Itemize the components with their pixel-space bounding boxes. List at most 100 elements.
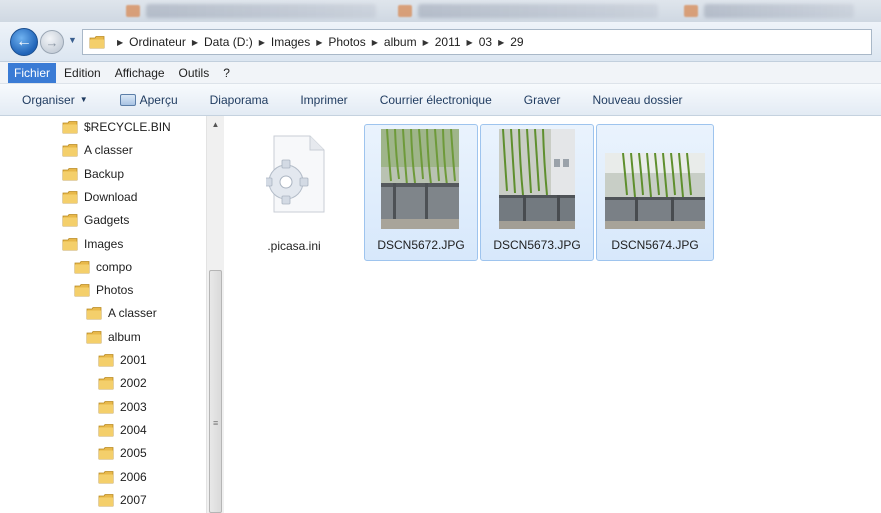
chevron-right-icon[interactable]: ▶	[192, 38, 198, 47]
breadcrumb-item[interactable]: 2011	[435, 35, 461, 49]
tree-item[interactable]: Photos	[74, 279, 133, 301]
folder-icon	[62, 190, 78, 204]
tree-item[interactable]: Download	[62, 186, 137, 208]
tree-item[interactable]: album	[86, 326, 141, 348]
breadcrumb-item[interactable]: Ordinateur	[129, 35, 186, 49]
menu-tools[interactable]: Outils	[173, 63, 216, 83]
burn-button[interactable]: Graver	[524, 93, 561, 107]
folder-icon	[62, 167, 78, 180]
menu-file[interactable]: Fichier	[8, 62, 57, 83]
tree-item[interactable]: Gadgets	[62, 209, 129, 231]
chevron-right-icon[interactable]: ▶	[117, 38, 123, 47]
tree-item[interactable]: 2006	[98, 466, 147, 488]
tree-item[interactable]: A classer	[86, 302, 157, 324]
tree-item-label: 2007	[120, 492, 147, 507]
scroll-thumb[interactable]: ≡	[209, 270, 222, 513]
file-item[interactable]: DSCN5674.JPG	[596, 124, 714, 261]
email-button[interactable]: Courrier électronique	[380, 93, 492, 107]
breadcrumb-item[interactable]: album	[384, 35, 417, 49]
settings-file-icon	[266, 134, 328, 214]
breadcrumb-item[interactable]: 29	[510, 35, 523, 49]
folder-icon	[89, 36, 105, 49]
menu-view[interactable]: Affichage	[109, 63, 171, 83]
file-name: DSCN5674.JPG	[611, 238, 699, 252]
tree-item-label: 2001	[120, 353, 147, 367]
tree-item-label: 2002	[120, 376, 147, 391]
tree-item[interactable]: compo	[74, 256, 132, 278]
arrow-right-icon: →	[45, 34, 59, 50]
address-bar: ← → ▼ ▶ Ordinateur ▶ Data (D:) ▶ Images ▶ Photo…	[0, 22, 881, 62]
menu-help[interactable]: ?	[217, 63, 236, 83]
app-icon	[126, 5, 140, 17]
tree-item-label: 2005	[120, 446, 147, 461]
file-list: .picasa.ini DSCN5672.JPG DSCN5673.JPG DS…	[224, 116, 881, 513]
tree-item[interactable]: 2002	[98, 372, 147, 394]
taskbar-strip	[0, 0, 881, 22]
file-name: DSCN5672.JPG	[377, 238, 465, 252]
tree-item[interactable]: 2003	[98, 396, 147, 418]
tree-item-label: album	[108, 329, 141, 344]
organize-button[interactable]: Organiser ▼	[22, 93, 88, 107]
breadcrumb-item[interactable]: 03	[479, 35, 492, 49]
menu-bar: Fichier Edition Affichage Outils ?	[0, 62, 881, 84]
tree-item-label: Photos	[96, 283, 134, 298]
folder-icon	[62, 237, 78, 250]
folder-icon	[98, 400, 114, 413]
photo-thumbnail	[605, 153, 705, 229]
chevron-right-icon[interactable]: ▶	[259, 38, 265, 47]
slideshow-button[interactable]: Diaporama	[210, 93, 269, 107]
print-label: Imprimer	[300, 92, 348, 107]
tree-item-label: 2004	[120, 422, 147, 437]
email-label: Courrier électronique	[379, 92, 492, 107]
file-item[interactable]: DSCN5673.JPG	[480, 124, 594, 261]
breadcrumb-item[interactable]: Photos	[328, 35, 365, 49]
folder-icon	[98, 354, 114, 367]
tree-item[interactable]: 2005	[98, 442, 147, 464]
organize-label: Organiser	[22, 92, 75, 107]
menu-edit[interactable]: Edition	[58, 63, 107, 83]
tree-item[interactable]: 2001	[98, 349, 147, 371]
tree-item[interactable]: Backup	[62, 163, 124, 185]
blurred-tab[interactable]	[146, 4, 376, 18]
tree-item[interactable]: $RECYCLE.BIN	[62, 116, 171, 138]
breadcrumb-item[interactable]: Images	[271, 35, 310, 49]
navigation-pane: $RECYCLE.BIN A classer Backup Download Gadge…	[0, 116, 206, 513]
folder-icon	[86, 307, 102, 320]
chevron-right-icon[interactable]: ▶	[423, 38, 429, 47]
blurred-tab[interactable]	[418, 4, 658, 18]
file-item[interactable]: .picasa.ini	[242, 124, 346, 261]
tree-item-label: Backup	[84, 166, 125, 181]
tree-item[interactable]: 2007	[98, 489, 147, 511]
chevron-right-icon[interactable]: ▶	[316, 38, 322, 47]
nav-scrollbar[interactable]: ▲ ≡	[206, 116, 224, 513]
file-name: DSCN5673.JPG	[493, 238, 581, 252]
tree-item-label: A classer	[108, 306, 157, 321]
app-icon	[684, 5, 698, 17]
breadcrumb-item[interactable]: Data (D:)	[204, 35, 253, 49]
slideshow-label: Diaporama	[209, 92, 269, 107]
tree-item-label: Download	[84, 189, 138, 204]
folder-icon	[98, 377, 114, 390]
folder-icon	[98, 447, 114, 460]
breadcrumb[interactable]: ▶ Ordinateur ▶ Data (D:) ▶ Images ▶ Photos ▶ albu…	[82, 29, 872, 55]
history-dropdown-button[interactable]: ▼	[68, 35, 77, 45]
chevron-up-icon: ▲	[211, 119, 220, 129]
file-item[interactable]: DSCN5672.JPG	[364, 124, 478, 261]
app-icon	[398, 5, 412, 17]
blurred-tab[interactable]	[704, 4, 854, 18]
chevron-right-icon[interactable]: ▶	[372, 38, 378, 47]
folder-icon	[86, 330, 102, 344]
tree-item[interactable]: A classer	[62, 139, 133, 161]
new-folder-button[interactable]: Nouveau dossier	[592, 93, 682, 107]
scroll-up-button[interactable]: ▲	[207, 116, 224, 132]
tree-item[interactable]: Images	[62, 233, 123, 255]
chevron-right-icon[interactable]: ▶	[467, 38, 473, 47]
print-button[interactable]: Imprimer	[300, 93, 347, 107]
chevron-right-icon[interactable]: ▶	[498, 38, 504, 47]
tree-item[interactable]: 2004	[98, 419, 147, 441]
back-button[interactable]: ←	[10, 28, 38, 56]
folder-icon	[98, 493, 114, 507]
chevron-down-icon: ▼	[68, 35, 77, 45]
preview-button[interactable]: Aperçu	[119, 93, 178, 107]
forward-button[interactable]: →	[40, 30, 64, 54]
